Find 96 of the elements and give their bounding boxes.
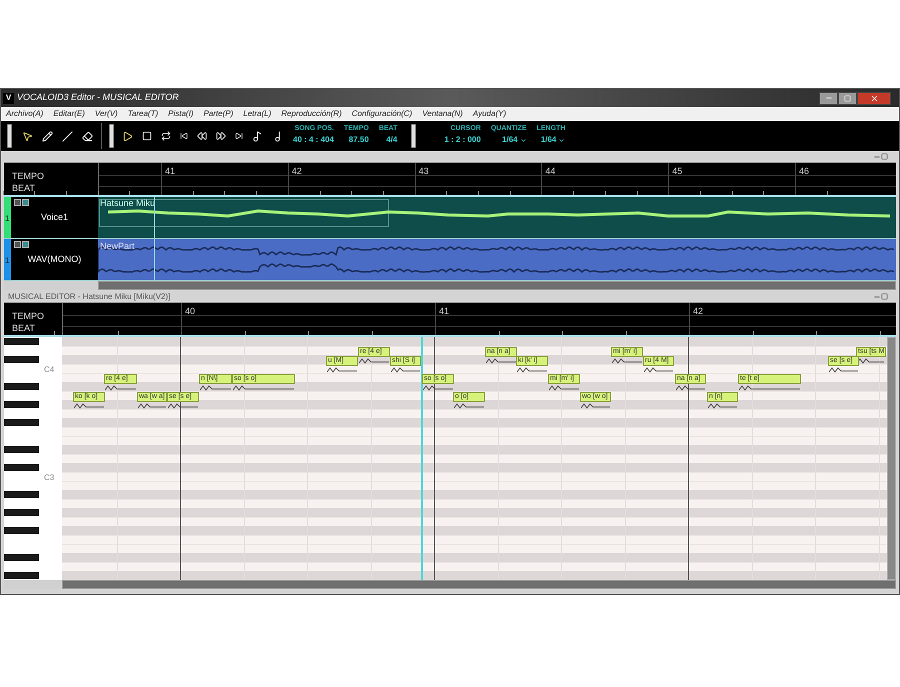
vibrato-line [391,367,420,373]
readout-value: 40 : 4 : 404 [293,134,334,146]
menu-item[interactable]: Parte(P) [203,108,234,120]
vibrato-line [612,358,642,364]
readout-value: 1 : 2 : 000 [444,134,481,146]
maximize-button[interactable] [838,92,857,104]
measure-number: 45 [672,165,682,178]
track-name: Voice1 [40,210,68,224]
menu-item[interactable]: Letra(L) [243,108,272,120]
vibrato-line [168,403,198,409]
vibrato-line [138,403,166,409]
measure-number: 44 [545,165,556,178]
ruler-row-label: TEMPO [12,170,46,182]
menu-item[interactable]: Tarea(T) [128,108,158,120]
vertical-scrollbar[interactable] [887,337,896,580]
vibrato-line [200,385,231,391]
quantize-dropdown[interactable]: 1/64 [502,134,527,146]
fast-forward-icon[interactable] [216,131,226,141]
window-title: VOCALOID3 Editor - MUSICAL EDITOR [17,91,179,104]
ruler-row-label: TEMPO [12,310,46,322]
solo-toggle[interactable] [22,241,29,248]
readout-value: 87.50 [348,134,369,146]
menu-item[interactable]: Configuración(C) [352,108,412,120]
vibrato-line [829,367,858,373]
ruler-row-label: BEAT [12,182,36,194]
measure-number: 41 [439,305,450,318]
part-region[interactable] [99,199,389,227]
skip-back-icon[interactable] [180,132,188,140]
note-icon[interactable] [252,130,263,142]
part-name: NewPart [100,241,135,251]
menu-item[interactable]: Archivo(A) [6,108,44,120]
stop-icon[interactable] [142,131,152,141]
track-number: 1 [5,213,10,225]
play-icon[interactable] [122,130,133,142]
measure-number: 43 [418,165,429,178]
vibrato-line [857,358,884,364]
close-icon [870,94,878,102]
loop-icon[interactable] [161,131,171,141]
app-icon: V [3,92,14,104]
vibrato-line [581,403,610,409]
caret-icon [520,136,527,144]
measure-number: 46 [799,165,810,178]
quantize-dropdown[interactable]: 1/64 [540,134,566,146]
mute-toggle[interactable] [14,199,21,206]
menu-item[interactable]: Ventana(N) [422,108,463,120]
vibrato-line [517,367,547,373]
track-name: WAV(MONO) [28,252,82,266]
readout-value: 4/4 [386,134,398,146]
octave-label: C4 [44,364,54,376]
vibrato-line [359,358,389,364]
vibrato-line [327,367,357,373]
caret-icon [558,136,566,144]
skip-forward-icon[interactable] [235,132,243,140]
rewind-icon[interactable] [197,131,207,141]
toolbar-grip[interactable] [109,124,114,148]
line-tool-icon[interactable] [62,130,73,142]
menu-item[interactable]: Pista(I) [168,108,194,120]
ruler-row-label: BEAT [12,322,36,334]
vibrato-line [454,403,484,409]
octave-label: C3 [44,472,54,484]
solo-toggle[interactable] [22,199,29,206]
part-name: Hatsune Miku [100,198,156,208]
mute-toggle[interactable] [14,241,21,248]
vibrato-line [676,385,705,391]
menu-item[interactable]: Editar(E) [53,108,85,120]
menu-item[interactable]: Ayuda(Y) [472,108,506,120]
toolbar-grip[interactable] [7,124,12,148]
maximize-icon [844,94,851,102]
vibrato-line [233,385,294,391]
vibrato-line [644,367,673,373]
arrow-tool-icon[interactable] [22,130,33,142]
vibrato-line [74,403,104,409]
measure-number: 42 [693,305,704,318]
measure-number: 42 [292,165,302,178]
menu-item[interactable]: Ver(V) [94,108,118,120]
vibrato-line [486,358,516,364]
horizontal-scrollbar[interactable] [62,580,896,589]
vibrato-line [739,385,800,391]
eraser-tool-icon[interactable] [82,130,93,142]
toolbar-grip[interactable] [411,124,416,148]
vibrato-line [423,385,453,391]
pencil-tool-icon[interactable] [42,130,53,142]
vibrato-line [105,385,136,391]
maximize-icon[interactable] [881,293,888,300]
vibrato-line [708,403,737,409]
minimize-button[interactable] [819,92,838,104]
vibrato-line [549,385,579,391]
note-icon[interactable] [272,130,283,142]
track-number: 1 [5,255,10,267]
measure-number: 40 [185,305,196,318]
measure-number: 41 [165,165,176,178]
maximize-icon[interactable] [881,153,888,160]
menu-item[interactable]: Reproducción(R) [281,108,342,120]
panel-title: MUSICAL EDITOR - Hatsune Miku [Miku(V2)] [8,292,170,302]
horizontal-scrollbar[interactable] [98,281,896,290]
close-button[interactable] [857,92,891,104]
